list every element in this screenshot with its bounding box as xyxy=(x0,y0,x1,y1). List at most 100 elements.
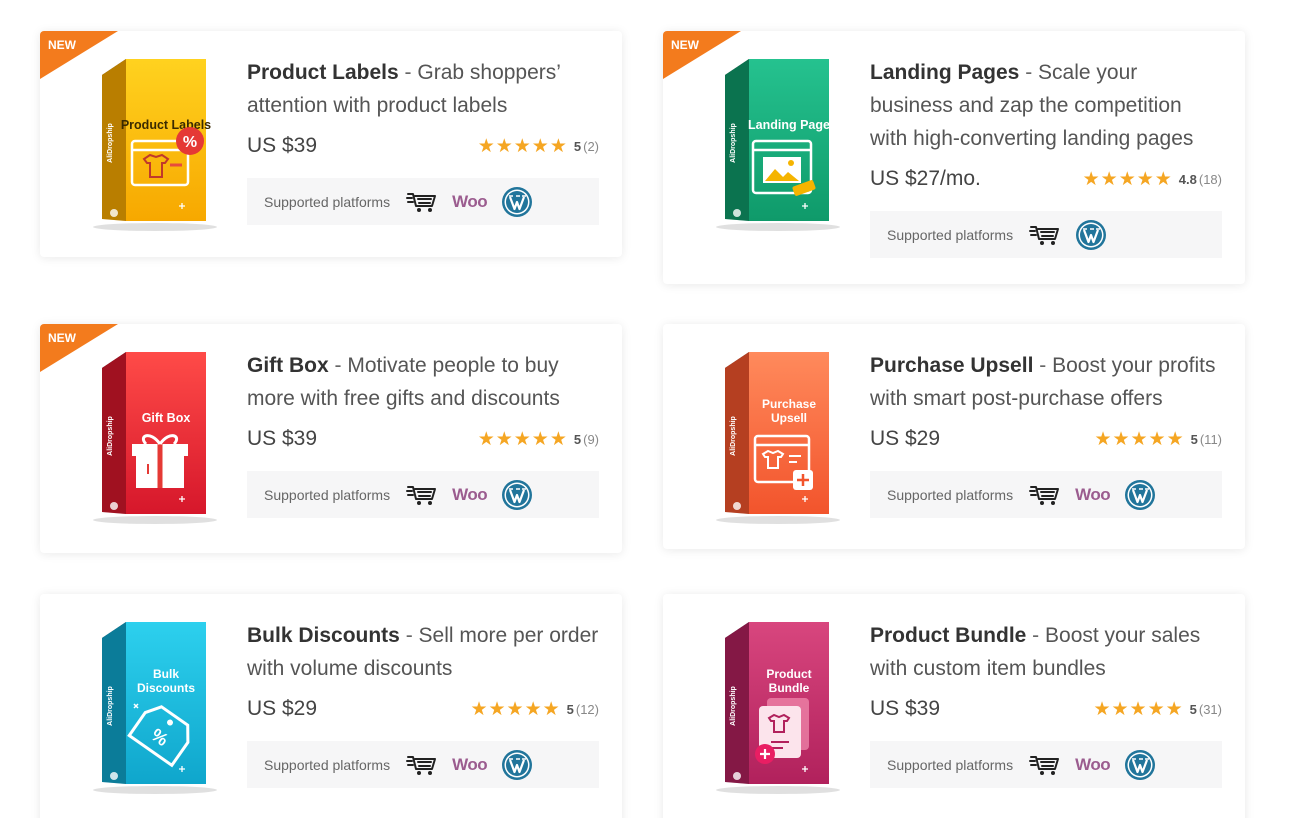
svg-text:Landing Page: Landing Page xyxy=(748,118,830,132)
rating: ★★★★★ 4.8 (18) xyxy=(1083,168,1222,191)
product-name[interactable]: Bulk Discounts xyxy=(247,624,400,647)
supported-platforms-label: Supported platforms xyxy=(887,486,1014,503)
svg-text:Purchase: Purchase xyxy=(762,397,816,411)
svg-text:AliDropship: AliDropship xyxy=(107,123,114,163)
svg-text:Product: Product xyxy=(766,667,811,681)
wordpress-icon xyxy=(1124,749,1156,781)
woocommerce-logo: Woo xyxy=(1075,754,1111,774)
wordpress-icon xyxy=(1124,479,1156,511)
product-box-svg: AliDropship Bulk Discounts % xyxy=(93,622,217,794)
star-rating-icon: ★★★★★ xyxy=(1093,698,1184,720)
product-box-image[interactable]: AliDropship Bulk Discounts % xyxy=(70,616,220,796)
cart-platform-icon xyxy=(1029,223,1061,247)
woocommerce-logo: Woo xyxy=(452,191,488,211)
supported-platforms-label: Supported platforms xyxy=(264,486,391,503)
product-price: US $39 xyxy=(247,427,318,450)
svg-text:Upsell: Upsell xyxy=(771,411,807,425)
svg-text:AliDropship: AliDropship xyxy=(730,686,737,726)
product-card-landing-pages[interactable]: NEW AliDropship Landing Page Landing Pag… xyxy=(663,31,1245,284)
product-box-image[interactable]: AliDropship Purchase Upsell xyxy=(693,346,843,526)
rating-score: 5 xyxy=(573,431,582,447)
cart-platform-icon xyxy=(406,753,438,777)
cart-platform-icon xyxy=(1029,483,1061,507)
woocommerce-logo: Woo xyxy=(1075,484,1111,504)
rating: ★★★★★ 5 (9) xyxy=(478,428,599,451)
svg-text:Bundle: Bundle xyxy=(769,681,810,695)
rating: ★★★★★ 5 (2) xyxy=(478,135,599,158)
supported-platforms: Supported platforms Woo xyxy=(247,471,599,518)
supported-platforms: Supported platforms Woo xyxy=(870,741,1222,788)
product-card-bulk-discounts[interactable]: AliDropship Bulk Discounts % Bulk Discou… xyxy=(40,594,622,818)
rating: ★★★★★ 5 (12) xyxy=(470,698,599,721)
product-card-purchase-upsell[interactable]: AliDropship Purchase Upsell Purchase Ups… xyxy=(663,324,1245,549)
wordpress-icon xyxy=(501,749,533,781)
cart-platform-icon xyxy=(1029,753,1061,777)
rating-score: 5 xyxy=(566,701,574,717)
new-badge: NEW xyxy=(48,38,76,52)
product-box-image[interactable]: AliDropship Product Labels % xyxy=(70,53,220,233)
product-card-product-bundle[interactable]: AliDropship Product Bundle Product Bundl… xyxy=(663,594,1245,818)
svg-text:AliDropship: AliDropship xyxy=(107,686,114,726)
svg-text:AliDropship: AliDropship xyxy=(730,123,737,163)
product-description: Purchase Upsell - Boost your profits wit… xyxy=(870,354,1216,410)
product-description: Product Labels - Grab shoppers’ attentio… xyxy=(247,61,561,117)
product-name[interactable]: Gift Box xyxy=(247,354,329,377)
cart-platform-icon xyxy=(406,190,438,214)
product-name[interactable]: Landing Pages xyxy=(870,61,1019,84)
new-badge: NEW xyxy=(671,38,699,52)
product-box-svg: AliDropship Product Labels % xyxy=(93,59,217,231)
cart-platform-icon xyxy=(406,483,438,507)
rating-score: 5 xyxy=(1189,701,1197,717)
rating-count: (31) xyxy=(1198,701,1222,717)
supported-platforms-label: Supported platforms xyxy=(887,226,1014,243)
wordpress-icon xyxy=(501,186,533,218)
svg-text:AliDropship: AliDropship xyxy=(730,416,737,456)
rating-count: (9) xyxy=(583,431,599,447)
star-rating-icon: ★★★★★ xyxy=(1094,428,1185,450)
rating-count: (11) xyxy=(1199,431,1222,447)
star-rating-icon: ★★★★★ xyxy=(477,135,568,157)
wordpress-icon xyxy=(501,479,533,511)
woocommerce-logo: Woo xyxy=(452,754,488,774)
supported-platforms: Supported platforms xyxy=(870,211,1222,258)
rating-score: 5 xyxy=(573,138,582,154)
supported-platforms: Supported platforms Woo xyxy=(870,471,1222,518)
rating-score: 4.8 xyxy=(1178,171,1197,187)
supported-platforms: Supported platforms Woo xyxy=(247,741,599,788)
product-box-svg: AliDropship Purchase Upsell xyxy=(716,352,840,524)
product-box-image[interactable]: AliDropship Product Bundle xyxy=(693,616,843,796)
product-description: Landing Pages - Scale your business and … xyxy=(870,61,1194,150)
star-rating-icon: ★★★★★ xyxy=(477,428,568,450)
rating: ★★★★★ 5 (31) xyxy=(1093,698,1222,721)
product-box-svg: AliDropship Gift Box xyxy=(93,352,217,524)
product-name[interactable]: Product Bundle xyxy=(870,624,1026,647)
rating-count: (12) xyxy=(575,701,599,717)
star-rating-icon: ★★★★★ xyxy=(470,698,561,720)
product-card-product-labels[interactable]: NEW AliDropship Product Labels % Product… xyxy=(40,31,622,257)
product-description: Gift Box - Motivate people to buy more w… xyxy=(247,354,560,410)
product-box-svg: AliDropship Landing Page xyxy=(716,59,840,231)
supported-platforms-label: Supported platforms xyxy=(887,756,1014,773)
product-name[interactable]: Purchase Upsell xyxy=(870,354,1033,377)
product-box-image[interactable]: AliDropship Landing Page xyxy=(693,53,843,233)
svg-text:Discounts: Discounts xyxy=(137,681,195,695)
new-badge: NEW xyxy=(48,331,76,345)
product-price: US $29 xyxy=(870,427,941,450)
product-card-gift-box[interactable]: NEW AliDropship Gift Box Gift Box - Moti… xyxy=(40,324,622,553)
svg-text:Gift Box: Gift Box xyxy=(142,411,191,425)
star-rating-icon: ★★★★★ xyxy=(1082,168,1173,190)
supported-platforms: Supported platforms Woo xyxy=(247,178,599,225)
svg-text:AliDropship: AliDropship xyxy=(107,416,114,456)
supported-platforms-label: Supported platforms xyxy=(264,193,391,210)
rating-count: (2) xyxy=(583,138,599,154)
rating: ★★★★★ 5 (11) xyxy=(1094,428,1222,451)
product-price: US $39 xyxy=(247,134,318,157)
woocommerce-logo: Woo xyxy=(452,484,488,504)
rating-score: 5 xyxy=(1190,431,1198,447)
svg-text:Bulk: Bulk xyxy=(153,667,179,681)
svg-text:%: % xyxy=(183,134,197,151)
product-box-image[interactable]: AliDropship Gift Box xyxy=(70,346,220,526)
product-price: US $27/mo. xyxy=(870,167,981,190)
product-price: US $39 xyxy=(870,697,941,720)
product-name[interactable]: Product Labels xyxy=(247,61,399,84)
